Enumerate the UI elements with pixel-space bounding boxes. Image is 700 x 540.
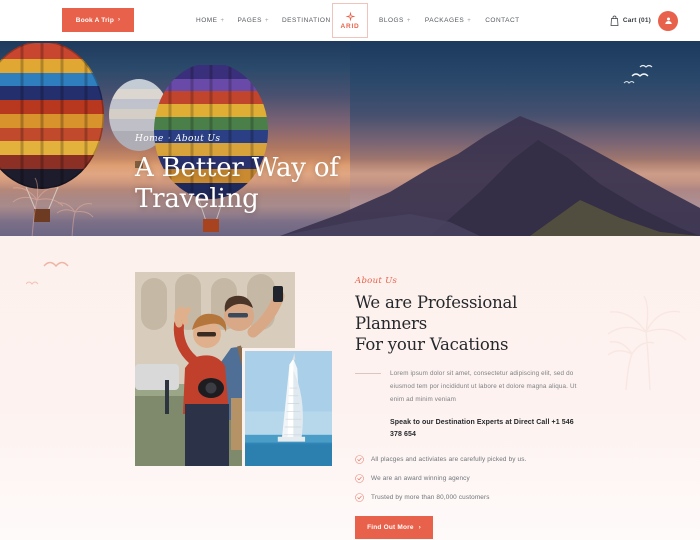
primary-nav-right: BLOGS + PACKAGES + CONTACT [379,0,520,41]
palm-tree-line-art [6,170,98,236]
book-a-trip-label: Book A Trip [75,16,114,24]
feature-label: All placges and activiates are carefully… [371,456,527,464]
site-header: Book A Trip › HOME + PAGES + DESTINATION… [0,0,700,41]
about-section: About Us We are Professional Planners Fo… [0,236,700,540]
nav-item-home[interactable]: HOME + [196,17,225,24]
about-paragraph-row: Lorem ipsum dolor sit amet, consectetur … [355,368,583,406]
feature-label: Trusted by more than 80,000 customers [371,494,490,502]
about-photo-burj-al-arab [242,348,332,466]
nav-item-blogs-label: BLOGS [379,17,404,24]
book-a-trip-button[interactable]: Book A Trip › [62,8,134,32]
breadcrumb-home[interactable]: Home [135,134,164,144]
nav-item-pages-label: PAGES [237,17,262,24]
direct-call-text: Speak to our Destination Experts at Dire… [390,419,574,438]
section-eyebrow: About Us [355,276,398,286]
arrow-right-icon: › [118,17,121,23]
list-item: All placges and activiates are carefully… [355,455,583,465]
page-title-line1: A Better Way of [135,153,339,183]
nav-item-destination-label: DESTINATION [281,17,331,24]
check-circle-icon [355,493,364,503]
about-paragraph: Lorem ipsum dolor sit amet, consectetur … [390,370,577,403]
mountain-silhouette [280,96,700,236]
nav-item-blogs[interactable]: BLOGS + [379,17,411,24]
nav-item-pages[interactable]: PAGES + [238,17,269,24]
site-logo[interactable]: ARID [332,3,368,38]
chevron-down-icon: + [264,17,269,24]
find-out-more-label: Find Out More [367,524,414,532]
cart-button[interactable]: Cart (01) [610,15,651,26]
chevron-down-icon: + [406,17,411,24]
list-item: We are an award winning agency [355,474,583,484]
hero-banner: Home · About Us A Better Way of Travelin… [0,41,700,236]
user-account-button[interactable] [658,10,678,31]
list-item: Trusted by more than 80,000 customers [355,493,583,503]
nav-item-packages-label: PACKAGES [424,17,465,24]
about-heading-line2: For your Vacations [355,334,509,354]
about-content: About Us We are Professional Planners Fo… [355,276,583,540]
about-heading-line1: We are Professional Planners [355,293,518,333]
arrow-right-icon: › [418,524,421,531]
palm-tree-watermark [596,274,692,392]
shopping-bag-icon [610,15,619,26]
cart-label: Cart (01) [622,17,651,24]
check-circle-icon [355,474,364,484]
birds-decoration [26,254,92,294]
about-heading: We are Professional Planners For your Va… [355,293,583,355]
compass-icon [345,11,356,22]
breadcrumb-separator: · [167,134,171,144]
nav-item-home-label: HOME [196,17,218,24]
user-icon [664,16,673,25]
nav-item-contact[interactable]: CONTACT [485,17,519,24]
nav-item-packages[interactable]: PACKAGES + [425,17,471,24]
check-circle-icon [355,455,364,465]
header-actions: Cart (01) [610,0,678,41]
nav-item-destination[interactable]: DESTINATION + [282,17,338,24]
chevron-down-icon: + [220,17,225,24]
page-title-line2: Traveling [135,183,259,214]
page-title: A Better Way of Traveling [135,153,339,214]
birds-decoration [604,63,658,91]
breadcrumb: Home · About Us [135,134,339,144]
decorative-rule [355,373,381,375]
hero-copy: Home · About Us A Better Way of Travelin… [135,134,339,214]
breadcrumb-current: About Us [175,134,221,144]
site-logo-text: ARID [340,23,360,30]
about-feature-list: All placges and activiates are carefully… [355,455,583,503]
nav-item-contact-label: CONTACT [485,17,520,24]
feature-label: We are an award winning agency [371,475,470,483]
chevron-down-icon: + [467,17,472,24]
find-out-more-button[interactable]: Find Out More › [355,516,433,540]
primary-nav-left: HOME + PAGES + DESTINATION + [196,0,338,41]
